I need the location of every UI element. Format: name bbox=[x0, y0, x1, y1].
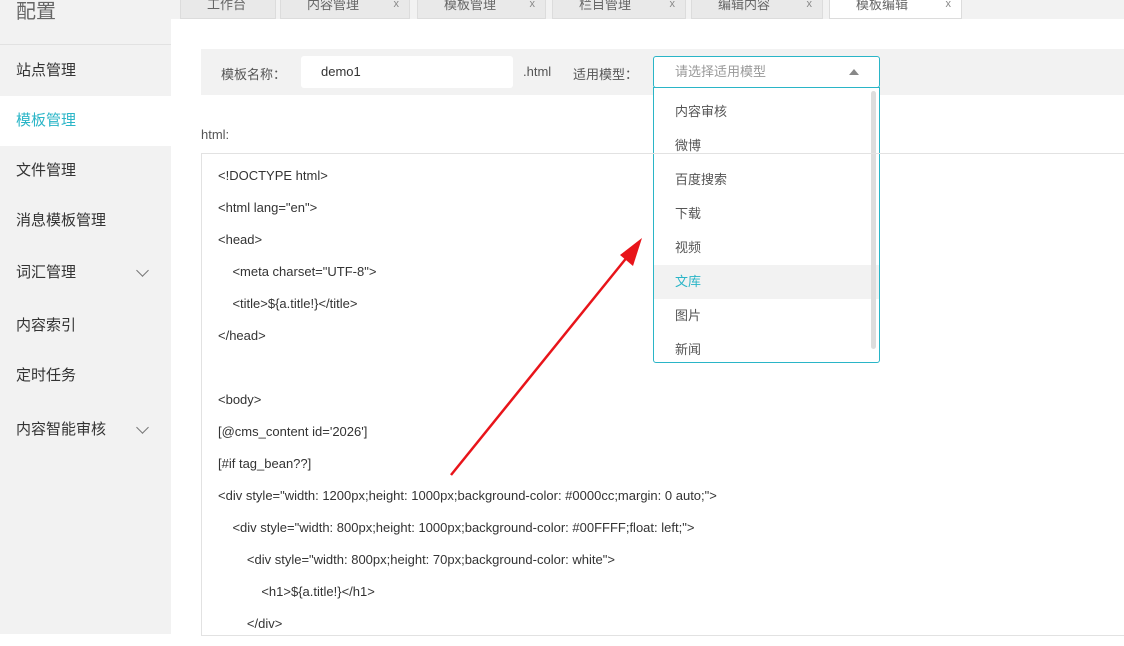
sidebar-item-label: 词汇管理 bbox=[16, 264, 77, 281]
code-line: [#if tag_bean??] bbox=[218, 456, 312, 471]
sidebar-item-label: 站点管理 bbox=[16, 62, 77, 79]
close-icon[interactable]: x bbox=[394, 0, 400, 20]
tab-label: 工作台 bbox=[207, 0, 247, 12]
tab-label: 编辑内容 bbox=[718, 0, 771, 12]
code-line: <meta charset="UTF-8"> bbox=[218, 264, 377, 279]
code-line: <body> bbox=[218, 392, 262, 407]
code-line: <title>${a.title!}</title> bbox=[218, 296, 358, 311]
template-name-label: 模板名称： bbox=[221, 67, 287, 82]
tab-bar: 工作台 内容管理 x 模板管理 x 栏目管理 x 编辑内容 x 模板编辑 x bbox=[171, 0, 1124, 19]
sidebar-item[interactable]: 文件管理 bbox=[0, 146, 171, 196]
sidebar-item[interactable]: 词汇管理 bbox=[0, 248, 171, 298]
code-line: <div style="width: 800px;height: 70px;ba… bbox=[218, 552, 615, 567]
sidebar: 配置 站点管理模板管理文件管理消息模板管理 词汇管理内容索引定时任务内容智能审核 bbox=[0, 0, 171, 634]
sidebar-item-label: 模板管理 bbox=[16, 112, 77, 129]
tab-label: 内容管理 bbox=[307, 0, 360, 12]
caret-up-icon bbox=[849, 69, 859, 75]
template-name-input[interactable]: demo1 bbox=[301, 56, 513, 88]
close-icon[interactable]: x bbox=[946, 0, 952, 20]
code-line: <!DOCTYPE html> bbox=[218, 168, 328, 183]
code-line: </head> bbox=[218, 328, 266, 343]
divider bbox=[0, 44, 171, 45]
model-select[interactable]: 请选择适用模型 bbox=[653, 56, 880, 88]
dropdown-option[interactable]: 内容审核 bbox=[654, 95, 879, 129]
tab[interactable]: 模板管理 x bbox=[417, 0, 546, 19]
model-select-placeholder: 请选择适用模型 bbox=[675, 64, 767, 79]
chevron-down-icon bbox=[136, 421, 149, 434]
tab[interactable]: 内容管理 x bbox=[280, 0, 410, 19]
tab-label: 栏目管理 bbox=[579, 0, 632, 12]
sidebar-item-label: 消息模板管理 bbox=[16, 212, 107, 229]
sidebar-item-label: 内容索引 bbox=[16, 317, 77, 334]
sidebar-item-label: 文件管理 bbox=[16, 162, 77, 179]
code-line: <div style="width: 800px;height: 1000px;… bbox=[218, 520, 695, 535]
sidebar-item[interactable]: 模板管理 bbox=[0, 96, 171, 146]
html-label: html: bbox=[201, 127, 230, 142]
sidebar-item[interactable]: 定时任务 bbox=[0, 351, 171, 401]
tab[interactable]: 工作台 bbox=[180, 0, 276, 19]
chevron-down-icon bbox=[136, 264, 149, 277]
code-line: <div style="width: 1200px;height: 1000px… bbox=[218, 488, 717, 503]
sidebar-title: 配置 bbox=[16, 1, 56, 23]
code-line: <html lang="en"> bbox=[218, 200, 318, 215]
sidebar-item[interactable]: 消息模板管理 bbox=[0, 196, 171, 246]
tab-label: 模板管理 bbox=[444, 0, 497, 12]
html-editor[interactable]: <!DOCTYPE html> <html lang="en"> <head> <m… bbox=[201, 153, 1124, 636]
tab[interactable]: 模板编辑 x bbox=[829, 0, 962, 19]
close-icon[interactable]: x bbox=[530, 0, 536, 20]
code-line: </div> bbox=[218, 616, 283, 631]
close-icon[interactable]: x bbox=[670, 0, 676, 20]
html-suffix: .html bbox=[523, 64, 552, 79]
code-line: <head> bbox=[218, 232, 263, 247]
code-line: <h1>${a.title!}</h1> bbox=[218, 584, 375, 599]
sidebar-item-label: 定时任务 bbox=[16, 367, 77, 384]
sidebar-item[interactable]: 内容智能审核 bbox=[0, 405, 171, 455]
code-line: [@cms_content id='2026'] bbox=[218, 424, 368, 439]
sidebar-item[interactable]: 内容索引 bbox=[0, 301, 171, 351]
close-icon[interactable]: x bbox=[807, 0, 813, 20]
sidebar-item[interactable]: 站点管理 bbox=[0, 46, 171, 96]
sidebar-item-label: 内容智能审核 bbox=[16, 421, 107, 438]
model-label: 适用模型： bbox=[573, 67, 639, 82]
tab[interactable]: 编辑内容 x bbox=[691, 0, 823, 19]
tab-label: 模板编辑 bbox=[856, 0, 909, 12]
tab[interactable]: 栏目管理 x bbox=[552, 0, 686, 19]
